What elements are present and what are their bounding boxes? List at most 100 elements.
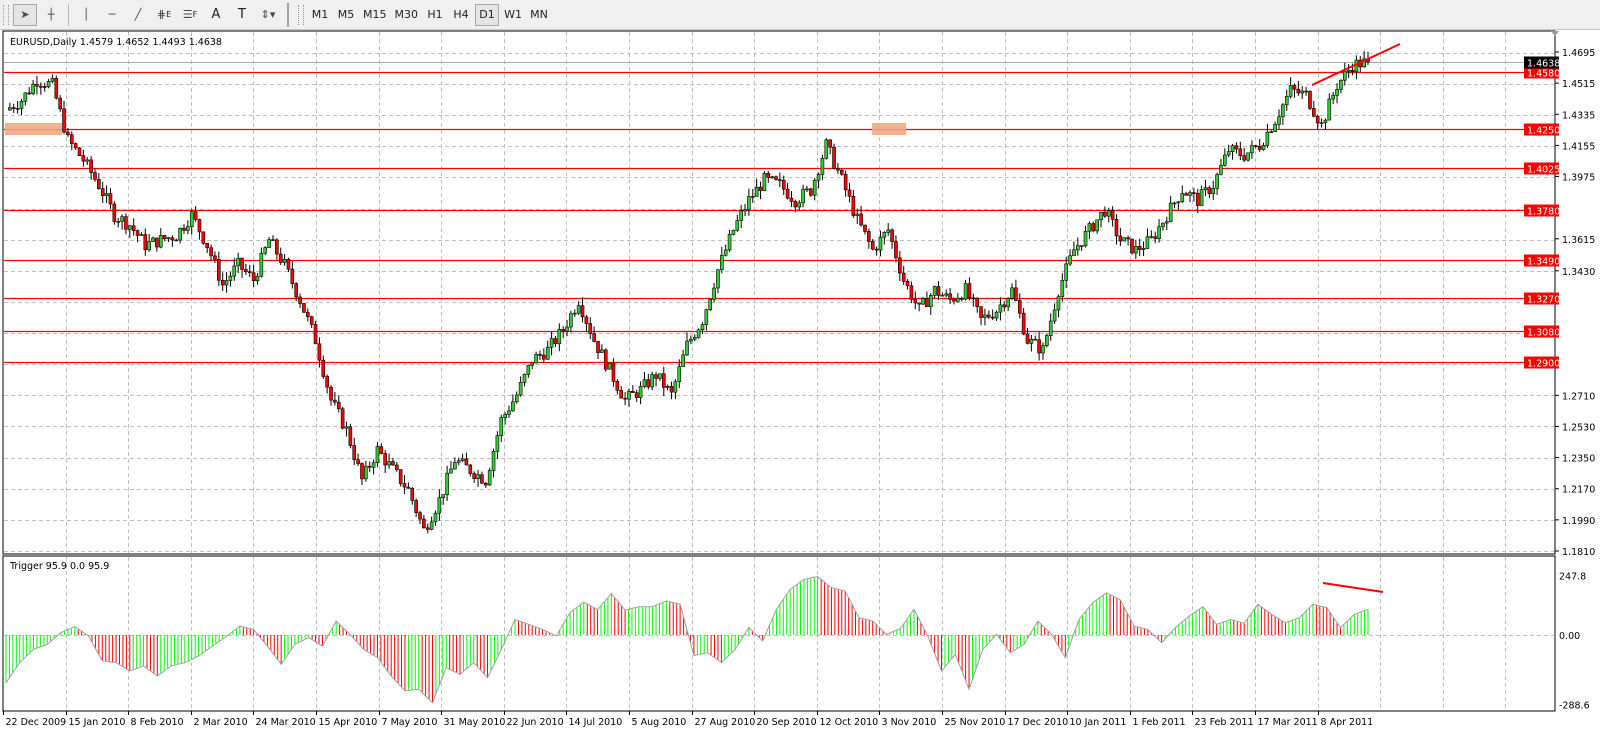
candle-body [1037,339,1041,354]
candle-body [990,316,995,319]
price-chart[interactable]: EURUSD,Daily 1.4579 1.4652 1.4493 1.4638… [0,29,1600,732]
candle-body [139,234,144,236]
candle-body [1304,90,1308,93]
level-price-text: 1.4025 [1527,165,1560,176]
candle-body [232,265,237,277]
candle-body [952,299,956,302]
x-tick-label: 5 Aug 2010 [632,717,687,728]
timeframe-m30-button[interactable]: M30 [392,4,422,26]
candle [607,362,612,370]
timeframe-mn-button[interactable]: MN [527,4,551,26]
candle-body [925,298,929,308]
chart-title: EURUSD,Daily 1.4579 1.4652 1.4493 1.4638 [10,37,222,48]
candle-body [956,298,960,302]
candle-body [379,446,384,454]
candle [201,231,206,245]
candle-body [201,231,206,244]
candle-body [39,85,43,88]
toolbar-grip[interactable] [3,4,9,25]
tool-label: E [166,10,172,19]
candle-body [1281,104,1285,118]
candle-body [534,354,538,364]
candle-body [1339,79,1343,90]
candle-body [19,101,24,109]
candle-body [155,237,159,248]
time-axis[interactable]: 22 Dec 2009 15 Jan 2010 8 Feb 2010 2 Mar 20… [3,711,1374,728]
level-price-text: 1.3780 [1527,207,1560,218]
fibonacci-retracement-tool-button[interactable]: ☰ F [178,4,202,26]
x-tick-label: 15 Apr 2010 [319,717,378,728]
indicator-pane[interactable] [2,555,1556,712]
candle [603,348,608,372]
candle-body [217,259,221,281]
timeframe-h1-button[interactable]: H1 [423,4,447,26]
text-label-tool-button[interactable]: T [230,4,254,26]
candle-body [816,174,821,181]
candle-body [1025,333,1030,344]
text-tool-button[interactable]: A [204,4,228,26]
x-tick-label: 31 May 2010 [444,717,506,728]
candle-body [739,210,743,221]
candle-body [46,81,51,88]
timeframe-d1-button[interactable]: D1 [475,3,499,26]
candle-body [186,226,190,231]
y-tick-label: 1.2350 [1562,454,1595,465]
y-tick-label: 1.4695 [1562,48,1595,59]
candle-body [8,107,12,111]
candle-body [1153,236,1157,239]
candle-body [623,397,627,400]
timeframe-m1-button[interactable]: M1 [308,4,332,26]
timeframe-w1-button[interactable]: W1 [501,4,525,26]
candle-body [1172,202,1177,205]
equidistant-channel-tool-button[interactable]: ⋕ E [152,4,176,26]
candle-body [1002,304,1007,308]
candle-body [1261,145,1266,150]
horizontal-line-tool-button[interactable]: ─ [100,4,124,26]
crosshair-tool-button[interactable]: ┼ [39,4,63,26]
candle-body [1319,122,1324,125]
candle-body [836,168,840,171]
trendline-tool-button[interactable]: ╱ [126,4,150,26]
candle [77,147,82,157]
candle-body [383,453,387,466]
candle-body [987,314,991,318]
candle-body [228,275,233,281]
candle-body [464,458,469,466]
candle-body [1103,211,1107,217]
timeframe-m15-button[interactable]: M15 [360,4,390,26]
x-tick-label: 17 Mar 2011 [1258,717,1318,728]
candle-body [263,247,268,254]
candle-body [112,203,117,222]
x-tick-label: 1 Feb 2011 [1133,717,1186,728]
candle-body [874,248,879,251]
main-pane[interactable] [2,30,1556,555]
x-tick-label: 14 Jul 2010 [569,717,623,728]
candle-body [600,349,604,353]
candle-body [356,459,360,464]
candle-body [1253,145,1258,147]
cursor-arrow-tool-button[interactable]: ➤ [13,3,37,26]
candle-body [716,269,720,289]
candle-body [131,225,136,231]
candle-body [1106,210,1111,217]
candle-body [832,146,836,169]
candle-body [453,462,457,470]
timeframe-h4-button[interactable]: H4 [449,4,473,26]
candle-body [592,333,596,342]
candle-body [785,188,790,199]
arrows-dropdown-tool-button[interactable]: ⇕▾ [256,4,280,26]
candle-body [503,413,507,418]
candle-body [928,295,933,308]
x-tick-label: 15 Jan 2010 [69,717,126,728]
candle-body [1164,221,1169,224]
candle-body [843,173,848,191]
timeframe-m5-button[interactable]: M5 [334,4,358,26]
candle-body [294,283,298,298]
candle-body [244,269,248,272]
vertical-line-tool-button[interactable]: │ [74,4,98,26]
candle-body [1350,69,1355,72]
candle-body [104,193,109,196]
candle [809,187,813,197]
y-tick-label: 1.4155 [1562,141,1595,152]
toolbar-grip[interactable] [298,4,304,25]
